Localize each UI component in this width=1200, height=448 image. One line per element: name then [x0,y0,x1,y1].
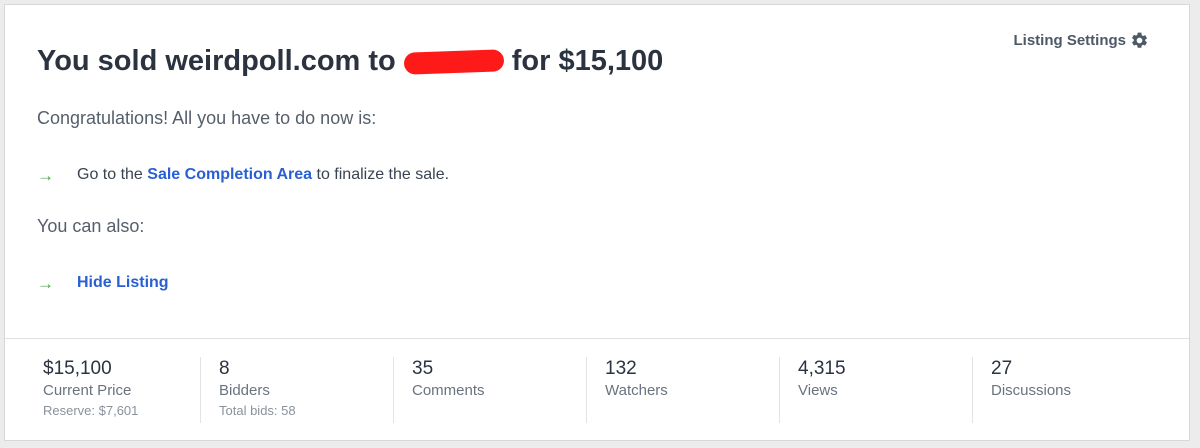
hide-listing-link[interactable]: Hide Listing [77,274,169,292]
page-title: You sold weirdpoll.com to for $15,100 [37,45,663,78]
stat-label: Comments [412,382,485,399]
listing-settings-label: Listing Settings [1013,32,1127,49]
stats-divider [5,338,1189,339]
stat-sub: Reserve: $7,601 [43,403,139,418]
sale-completion-row: → Go to the Sale Completion Area to fina… [37,166,449,184]
redacted-buyer-name [403,48,505,75]
right-arrow-icon: → [37,165,54,185]
step1-after: to finalize the sale. [316,166,450,183]
stats-bar: $15,100 Current Price Reserve: $7,601 8 … [25,357,1165,423]
stat-views: 4,315 Views [779,357,972,423]
stat-value: 132 [605,358,637,379]
hide-listing-row: → Hide Listing [37,274,169,292]
listing-settings-button[interactable]: Listing Settings [1014,31,1150,50]
stat-bidders: 8 Bidders Total bids: 58 [200,357,393,423]
right-arrow-icon: → [37,273,54,293]
stat-discussions: 27 Discussions [972,357,1165,423]
stat-value: $15,100 [43,358,112,379]
stat-current-price: $15,100 Current Price Reserve: $7,601 [25,357,200,423]
also-text: You can also: [37,216,145,236]
step1-before: Go to the [77,166,143,183]
stat-label: Discussions [991,382,1072,399]
stat-value: 4,315 [798,358,846,379]
stat-comments: 35 Comments [393,357,586,423]
stat-value: 35 [412,358,434,379]
stat-label: Current Price [43,382,132,399]
stat-label: Views [798,382,838,399]
stat-sub: Total bids: 58 [219,403,296,418]
congrats-text: Congratulations! All you have to do now … [37,108,377,128]
stat-value: 27 [991,358,1013,379]
title-suffix: for $15,100 [511,45,664,77]
stat-watchers: 132 Watchers [586,357,779,423]
stat-label: Watchers [605,382,668,399]
gear-icon [1132,32,1147,48]
stat-label: Bidders [219,382,270,399]
listing-card: Listing Settings You sold weirdpoll.com … [4,4,1190,441]
title-prefix: You sold weirdpoll.com to [37,45,396,77]
sale-completion-link[interactable]: Sale Completion Area [147,166,312,184]
stat-value: 8 [219,358,230,379]
